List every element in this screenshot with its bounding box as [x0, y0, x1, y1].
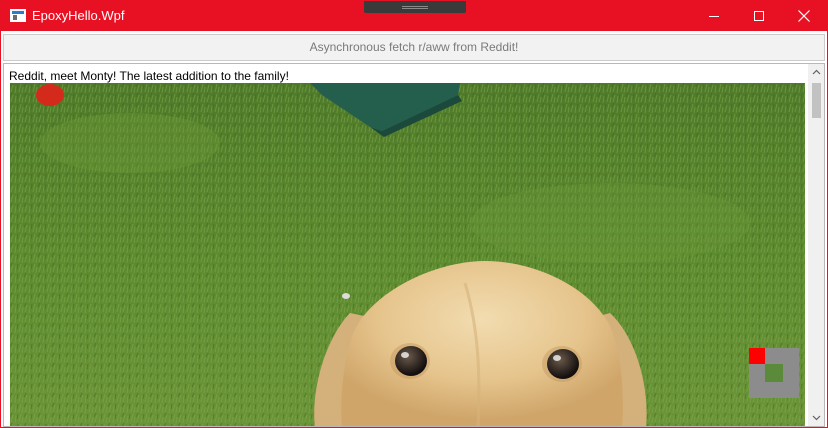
minimize-icon [709, 16, 719, 17]
close-button[interactable] [781, 1, 827, 31]
app-icon[interactable] [10, 9, 26, 22]
chevron-up-icon [812, 69, 821, 75]
maximize-button[interactable] [736, 1, 782, 31]
scroll-up-button[interactable] [808, 64, 824, 81]
title-bar[interactable]: EpoxyHello.Wpf [1, 1, 827, 31]
post-title: Reddit, meet Monty! The latest addition … [9, 69, 289, 83]
window-title: EpoxyHello.Wpf [32, 8, 125, 23]
fetch-reddit-button[interactable]: Asynchronous fetch r/aww from Reddit! [3, 34, 825, 61]
post-image [10, 83, 805, 426]
scroll-down-button[interactable] [808, 409, 824, 426]
maximize-icon [754, 11, 764, 21]
render-indicator-icon [749, 348, 799, 398]
minimize-button[interactable] [691, 1, 737, 31]
post-list[interactable]: Reddit, meet Monty! The latest addition … [3, 63, 825, 427]
chevron-down-icon [812, 415, 821, 421]
vertical-scrollbar[interactable] [808, 64, 824, 426]
close-icon [798, 10, 810, 22]
drag-grip[interactable] [364, 1, 466, 13]
app-window: EpoxyHello.Wpf Asynchronous fetch r/aww … [0, 0, 828, 428]
scroll-thumb[interactable] [812, 83, 821, 118]
